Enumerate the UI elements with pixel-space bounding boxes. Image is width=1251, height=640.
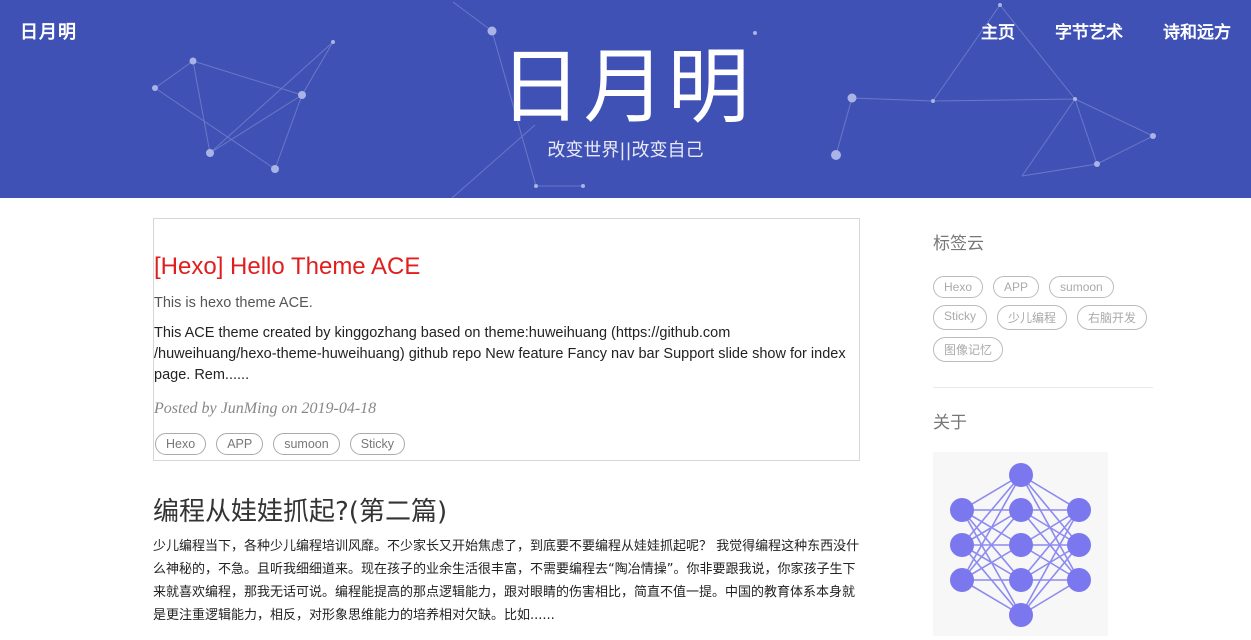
post-subtitle: This is hexo theme ACE.	[154, 295, 313, 311]
about-heading: 关于	[933, 413, 967, 433]
post-title[interactable]: 编程从娃娃抓起?(第二篇)	[153, 491, 447, 528]
sidebar-divider	[933, 387, 1153, 388]
post-tags: Hexo APP sumoon Sticky	[155, 433, 406, 455]
post-tag-sumoon[interactable]: sumoon	[273, 433, 340, 455]
cloud-tag-right-brain[interactable]: 右脑开发	[1077, 305, 1148, 330]
post-tag-sticky[interactable]: Sticky	[349, 433, 406, 455]
cloud-tag-image-memory[interactable]: 图像记忆	[933, 337, 1004, 362]
post-excerpt: This ACE theme created by kinggozhang ba…	[154, 325, 846, 383]
cloud-tag-kids-coding[interactable]: 少儿编程	[997, 305, 1068, 330]
tag-cloud: Hexo APP sumoon Sticky 少儿编程 右脑开发 图像记忆	[933, 276, 1153, 362]
cloud-tag-app[interactable]: APP	[993, 276, 1040, 298]
post-tag-app[interactable]: APP	[216, 433, 264, 455]
hero-title: 日月明	[499, 40, 752, 135]
cloud-tag-sticky[interactable]: Sticky	[933, 305, 988, 330]
neural-network-icon	[950, 463, 1091, 627]
post-meta: Posted by JunMing on 2019-04-18	[154, 400, 377, 417]
hero-subtitle: 改变世界||改变自己	[547, 140, 704, 161]
about-image	[933, 452, 1108, 636]
post-tag-hexo[interactable]: Hexo	[155, 433, 207, 455]
post-card-sticky: [Hexo] Hello Theme ACE This is hexo them…	[153, 218, 860, 461]
cloud-tag-sumoon[interactable]: sumoon	[1049, 276, 1114, 298]
tagcloud-heading: 标签云	[933, 234, 984, 254]
post-excerpt: 少儿编程当下，各种少儿编程培训风靡。不少家长又开始焦虑了，到底要不要编程从娃娃抓…	[153, 539, 860, 623]
cloud-tag-hexo[interactable]: Hexo	[933, 276, 984, 298]
site-header: 日月明 主页 字节艺术 诗和远方 日月明 改变世界||改变自己	[0, 0, 1251, 198]
post-title[interactable]: [Hexo] Hello Theme ACE	[154, 253, 420, 281]
